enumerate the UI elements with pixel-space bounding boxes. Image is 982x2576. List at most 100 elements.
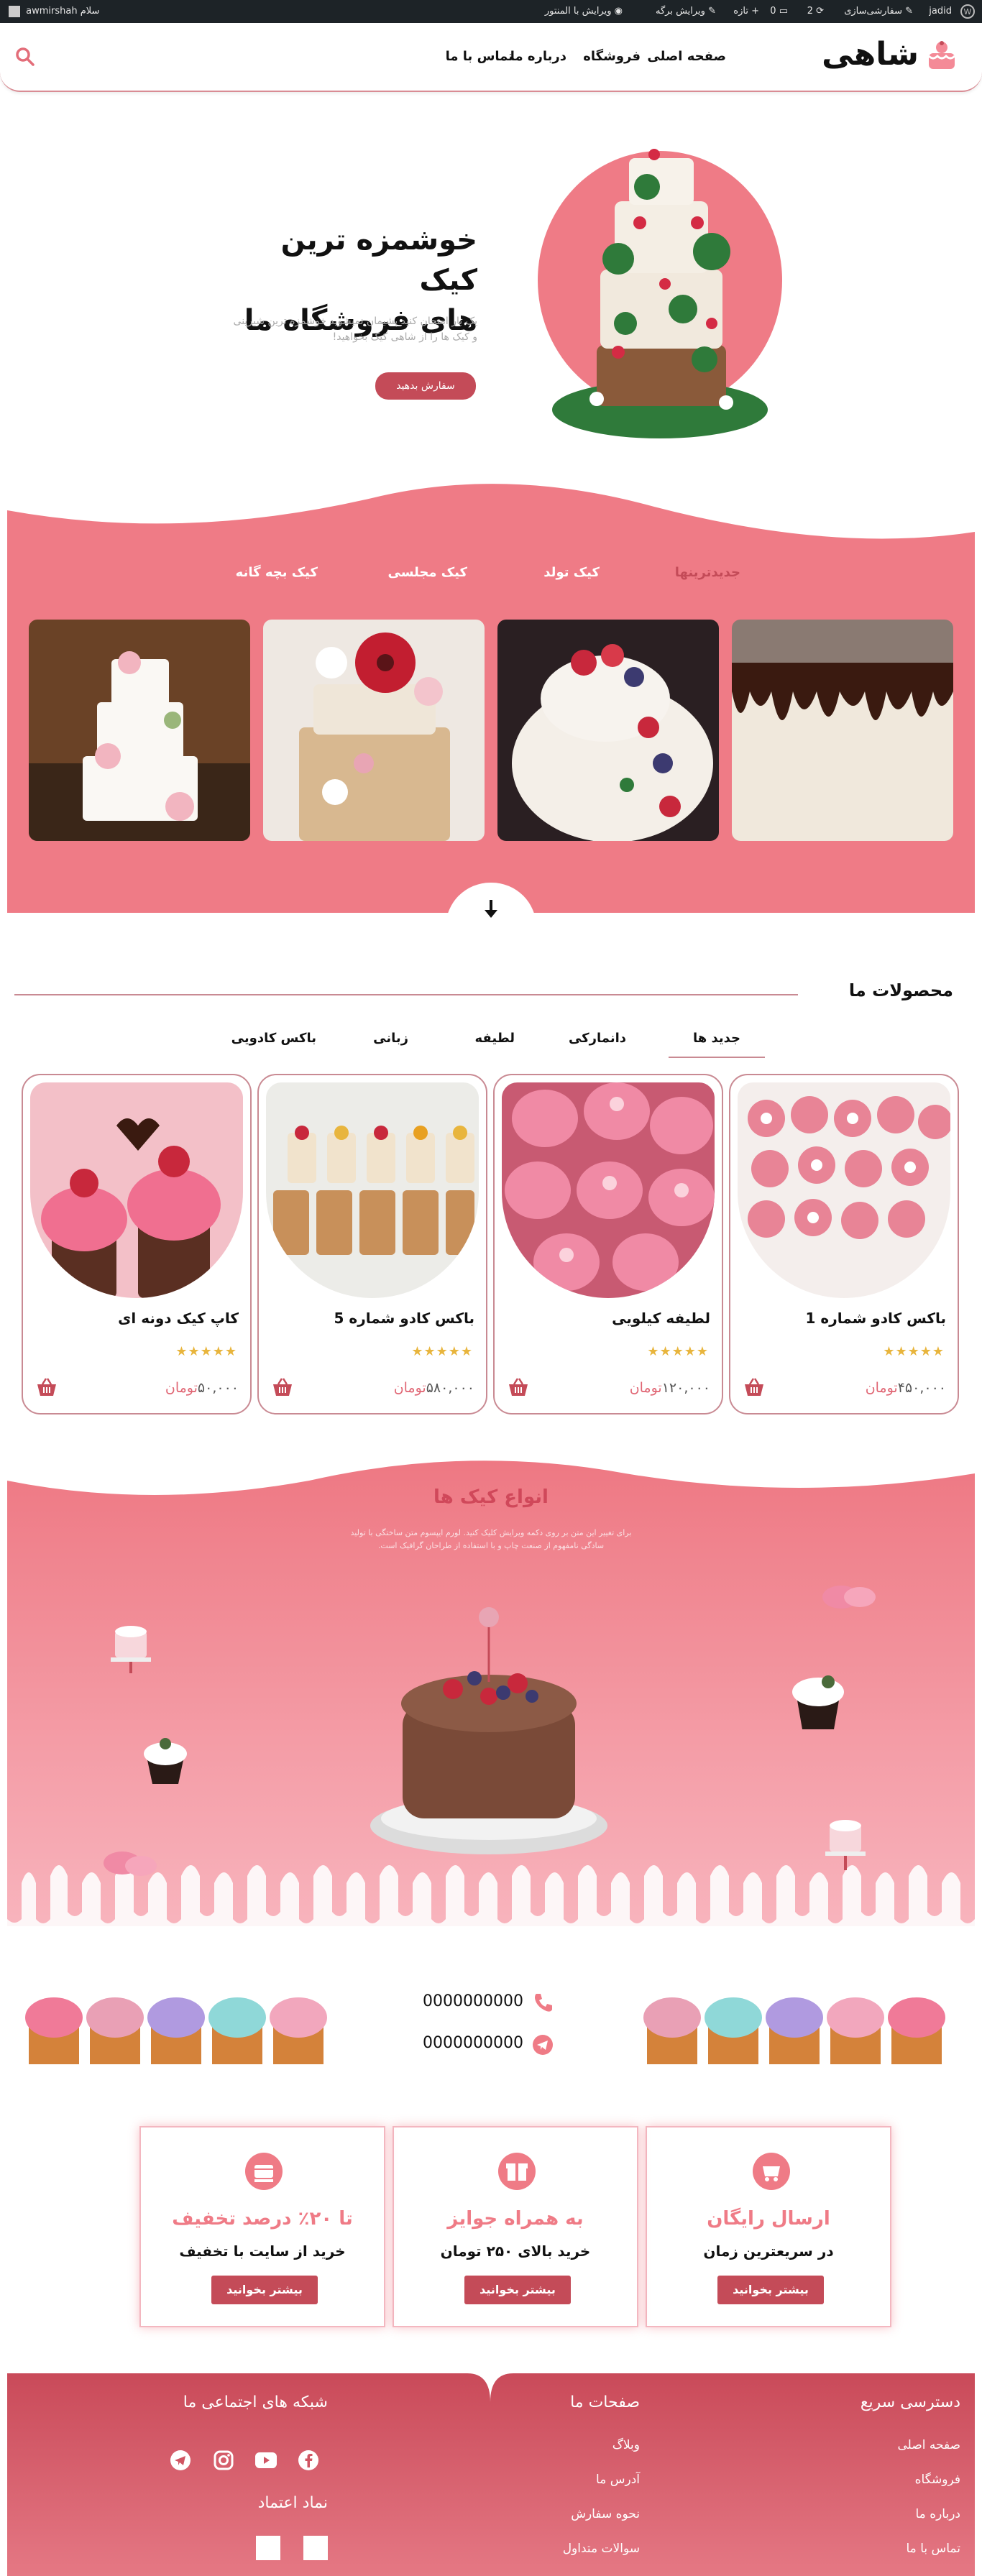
product-card[interactable]: لطیفه کیلویی ★★★★★ ۱۲۰,۰۰۰تومان [493, 1074, 723, 1414]
site-footer [7, 2373, 975, 2576]
free-delivery-icon [753, 2153, 790, 2190]
search-icon[interactable] [14, 46, 36, 68]
order-button[interactable]: سفارش بدهید [375, 372, 476, 400]
brush-icon: ✎ [901, 6, 913, 17]
edit-elementor-label: ویرایش با المنتور [544, 6, 612, 17]
facebook-icon[interactable] [298, 2450, 319, 2471]
rating-stars: ★★★★★ [411, 1344, 473, 1359]
product-name[interactable]: کاپ کیک دونه ای [118, 1310, 239, 1327]
read-more-button[interactable]: بیشتر بخوانید [717, 2276, 824, 2304]
edit-elementor-link[interactable]: ◉ ویرایش با المنتور [545, 0, 623, 23]
hero-description: یک بار امتحان کنید پشیمان نمیشوید خوشمزه… [233, 316, 477, 343]
dessert-cups-image [266, 1082, 479, 1298]
product-tab-latifeh[interactable]: لطیفه [474, 1031, 515, 1046]
product-tab-gift-box[interactable]: باکس کادویی [231, 1031, 316, 1046]
product-name[interactable]: باکس کادو شماره 1 [806, 1310, 946, 1327]
footer-link-order-guide[interactable]: نحوه سفارش [571, 2507, 640, 2521]
basket-icon[interactable] [36, 1377, 58, 1397]
hero-section: خوشمزه ترین کیک های فروشگاه ما یک بار ام… [0, 93, 982, 496]
instagram-icon[interactable] [213, 2450, 234, 2471]
price-value: ۴۵۰,۰۰۰ [897, 1380, 946, 1396]
basket-icon[interactable] [272, 1377, 293, 1397]
youtube-icon[interactable] [254, 2451, 277, 2470]
product-tab-new[interactable]: جدید ها [693, 1031, 740, 1046]
footer-link-about[interactable]: درباره ما [916, 2507, 961, 2521]
product-tab-zaboon[interactable]: زبانی [373, 1031, 408, 1046]
footer-link-contact[interactable]: تماس با ما [907, 2542, 961, 2556]
read-more-button[interactable]: بیشتر بخوانید [211, 2276, 318, 2304]
wordpress-icon[interactable]: W [960, 0, 975, 23]
tab-kids-cake[interactable]: کیک بچه گانه [236, 565, 318, 580]
products-heading: محصولات ما [848, 980, 953, 1000]
telegram-number[interactable]: 0000000000 [423, 2034, 523, 2052]
telegram-icon[interactable] [170, 2450, 191, 2471]
product-card[interactable]: باکس کادو شماره 1 ★★★★★ ۴۵۰,۰۰۰تومان [729, 1074, 959, 1414]
user-greeting[interactable]: سلام awmirshah [9, 0, 99, 23]
feature-subtitle: در سریعترین زمان [703, 2242, 834, 2260]
nav-about[interactable]: درباره ما [510, 49, 566, 64]
product-card[interactable]: کاپ کیک دونه ای ★★★★★ ۵۰,۰۰۰تومان [22, 1074, 252, 1414]
category-photo[interactable] [263, 620, 485, 841]
footer-link-shop[interactable]: فروشگاه [915, 2472, 960, 2487]
category-photo[interactable] [732, 620, 953, 841]
site-logo[interactable]: شاهی [802, 36, 960, 79]
rating-stars: ★★★★★ [883, 1344, 945, 1359]
cupcake-image [30, 1082, 243, 1298]
product-price: ۱۲۰,۰۰۰تومان [630, 1380, 710, 1396]
read-more-button[interactable]: بیشتر بخوانید [464, 2276, 571, 2304]
price-currency: تومان [393, 1380, 426, 1396]
small-cake-image [111, 1626, 151, 1673]
price-value: ۵۰,۰۰۰ [197, 1380, 239, 1396]
edit-page-link[interactable]: ✎ ویرایش برگه [656, 0, 716, 23]
category-photo[interactable] [497, 620, 719, 841]
avatar [9, 5, 20, 17]
pencil-icon: ✎ [705, 6, 716, 17]
refresh-icon: ⟳ [812, 6, 824, 17]
updates-link[interactable]: ⟳ 2 [807, 0, 824, 23]
trust-badge[interactable] [256, 2536, 280, 2560]
footer-background [7, 2373, 975, 2576]
footer-link-address[interactable]: آدرس ما [596, 2472, 640, 2487]
product-image [30, 1082, 243, 1298]
nav-home[interactable]: صفحه اصلی [647, 49, 726, 64]
new-content-link[interactable]: + تازه [733, 0, 759, 23]
cake-types-description: برای تغییر این متن بر روی دکمه ویرایش کل… [350, 1528, 632, 1550]
site-name-link[interactable]: jadid [929, 0, 952, 23]
footer-link-faq[interactable]: سوالات متداول [563, 2542, 640, 2556]
tab-newest[interactable]: جدیدترینها [675, 565, 740, 580]
footer-link-home[interactable]: صفحه اصلی [898, 2438, 960, 2452]
feature-title: تا ۲۰٪ درصد تخفیف [172, 2208, 353, 2230]
trust-badge[interactable] [303, 2536, 328, 2560]
footer-link-blog[interactable]: وبلاگ [612, 2438, 640, 2452]
logo-text: شاهی [822, 36, 919, 73]
basket-icon[interactable] [508, 1377, 529, 1397]
cupcake-image [792, 1675, 844, 1729]
nav-shop[interactable]: فروشگاه [583, 49, 641, 64]
cupcake-box-image [738, 1082, 950, 1298]
comments-link[interactable]: ▭ 0 [770, 0, 788, 23]
category-photo[interactable] [29, 620, 250, 841]
phone-number[interactable]: 0000000000 [423, 1992, 523, 2010]
svg-text:W: W [964, 7, 972, 17]
product-tab-danish[interactable]: دانمارکی [569, 1031, 626, 1046]
hero-cake-image [538, 149, 782, 438]
updates-count: 2 [807, 6, 813, 17]
feature-box: به همراه جوایز خرید بالای ۲۵۰ تومان بیشت… [393, 2126, 638, 2327]
nav-contact[interactable]: تماس با ما [446, 49, 513, 64]
price-currency: تومان [865, 1380, 898, 1396]
rating-stars: ★★★★★ [175, 1344, 237, 1359]
product-price: ۴۵۰,۰۰۰تومان [866, 1380, 946, 1396]
product-card[interactable]: باکس کادو شماره 5 ★★★★★ ۵۸۰,۰۰۰تومان [257, 1074, 487, 1414]
product-name[interactable]: لطیفه کیلویی [612, 1310, 710, 1327]
tab-party-cake[interactable]: کیک مجلسی [387, 565, 467, 580]
customize-link[interactable]: ✎ سفارشی‌سازی [844, 0, 913, 23]
chocolate-drip-cake-image [732, 620, 953, 841]
basket-icon[interactable] [743, 1377, 765, 1397]
chocolate-cake-image [370, 1607, 607, 1854]
footer-social-heading: شبکه های اجتماعی ما [183, 2393, 328, 2411]
product-name[interactable]: باکس کادو شماره 5 [334, 1310, 474, 1327]
telegram-icon [533, 2035, 553, 2055]
feature-title: ارسال رایگان [707, 2208, 830, 2230]
elementor-icon: ◉ [611, 6, 623, 17]
tab-birthday-cake[interactable]: کیک تولد [543, 565, 600, 580]
